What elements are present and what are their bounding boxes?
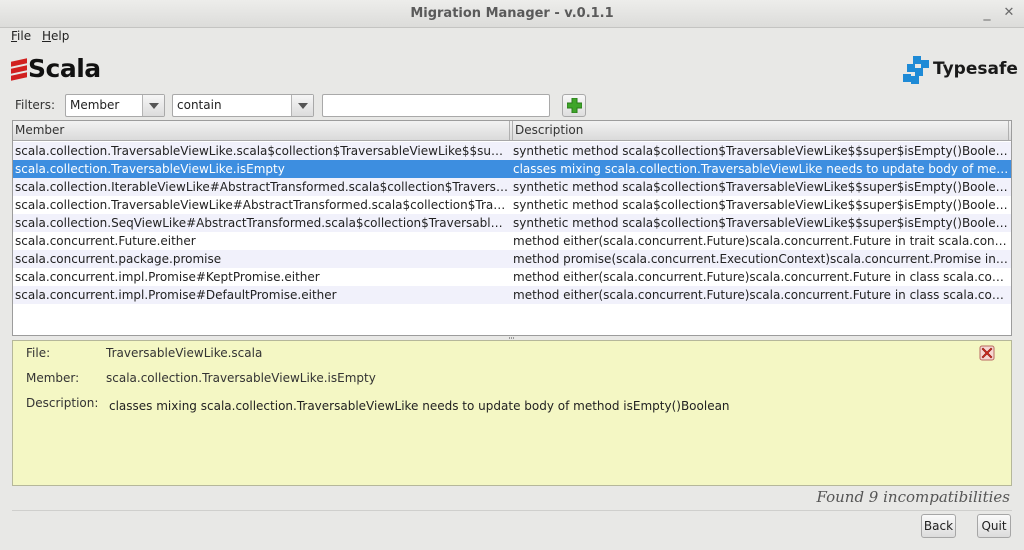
description-value: classes mixing scala.collection.Traversa… [109,399,730,413]
filter-operator-select[interactable]: contain [172,94,314,117]
table-row[interactable]: scala.concurrent.impl.Promise#DefaultPro… [13,286,1011,304]
table-row[interactable]: scala.collection.TraversableViewLike.isE… [13,160,1011,178]
filter-operator-value: contain [177,98,222,112]
filter-field-value: Member [70,98,120,112]
chevron-down-icon[interactable] [142,95,164,116]
cell-member: scala.collection.TraversableViewLike.isE… [15,162,285,176]
window-title: Migration Manager - v.0.1.1 [410,6,614,21]
menu-bar: File Help [0,28,1024,46]
file-label: File: [26,346,51,360]
red-x-close-icon[interactable] [979,345,995,361]
menu-file[interactable]: File [11,29,31,43]
typesafe-logo-icon [903,56,931,84]
table-row[interactable]: scala.concurrent.impl.Promise#KeptPromis… [13,268,1011,286]
cell-description: method promise(scala.concurrent.Executio… [513,252,1010,266]
incompatibilities-table: Member Description scala.collection.Trav… [12,120,1012,336]
table-row[interactable]: scala.collection.TraversableViewLike.sca… [13,142,1011,160]
typesafe-logo-text: Typesafe [933,59,1018,79]
cell-member: scala.collection.TraversableViewLike.sca… [15,144,509,158]
scala-logo-icon [11,58,27,82]
table-row[interactable]: scala.concurrent.Future.either method eit… [13,232,1011,250]
table-body: scala.collection.TraversableViewLike.sca… [13,142,1011,304]
cell-member: scala.concurrent.impl.Promise#DefaultPro… [15,288,337,302]
quit-button[interactable]: Quit [977,514,1011,538]
column-header-member[interactable]: Member [13,121,510,140]
table-row[interactable]: scala.concurrent.package.promise method p… [13,250,1011,268]
filters-label: Filters: [15,98,56,112]
column-header-description[interactable]: Description [512,121,1009,140]
table-row[interactable]: scala.collection.IterableViewLike#Abstra… [13,178,1011,196]
cell-member: scala.concurrent.impl.Promise#KeptPromis… [15,270,320,284]
member-label: Member: [26,371,80,385]
back-button[interactable]: Back [921,514,956,538]
cell-member: scala.collection.TraversableViewLike#Abs… [15,198,509,212]
menu-help[interactable]: Help [42,29,69,43]
table-row[interactable]: scala.collection.SeqViewLike#AbstractTra… [13,214,1011,232]
cell-member: scala.collection.IterableViewLike#Abstra… [15,180,509,194]
divider [12,510,1012,511]
cell-description: synthetic method scala$collection$Traver… [513,216,1010,230]
cell-description: synthetic method scala$collection$Traver… [513,198,1010,212]
file-value: TraversableViewLike.scala [106,346,263,360]
table-row[interactable]: scala.collection.TraversableViewLike#Abs… [13,196,1011,214]
member-value: scala.collection.TraversableViewLike.isE… [106,371,376,385]
description-label: Description: [26,396,99,410]
window-titlebar: Migration Manager - v.0.1.1 _ ✕ [0,0,1024,28]
cell-description: classes mixing scala.collection.Traversa… [513,162,1010,176]
chevron-down-icon[interactable] [291,95,313,116]
add-filter-button[interactable] [562,94,586,117]
table-header: Member Description [13,121,1011,141]
cell-description: synthetic method scala$collection$Traver… [513,180,1010,194]
cell-member: scala.collection.SeqViewLike#AbstractTra… [15,216,509,230]
minimize-icon[interactable]: _ [978,4,996,22]
details-panel: File: TraversableViewLike.scala Member: … [12,340,1012,486]
close-window-icon[interactable]: ✕ [1000,4,1018,22]
cell-description: method either(scala.concurrent.Future)sc… [513,234,1010,248]
filter-field-select[interactable]: Member [65,94,165,117]
typesafe-logo: Typesafe [903,56,1018,84]
cell-member: scala.concurrent.package.promise [15,252,222,266]
filter-search-input[interactable] [322,94,550,117]
scala-logo: Scala [11,54,111,84]
cell-description: synthetic method scala$collection$Traver… [513,144,1010,158]
status-text: Found 9 incompatibilities [816,488,1011,506]
cell-member: scala.concurrent.Future.either [15,234,196,248]
scala-logo-text: Scala [28,54,101,83]
plus-icon [567,98,582,113]
cell-description: method either(scala.concurrent.Future)sc… [513,288,1010,302]
cell-description: method either(scala.concurrent.Future)sc… [513,270,1010,284]
